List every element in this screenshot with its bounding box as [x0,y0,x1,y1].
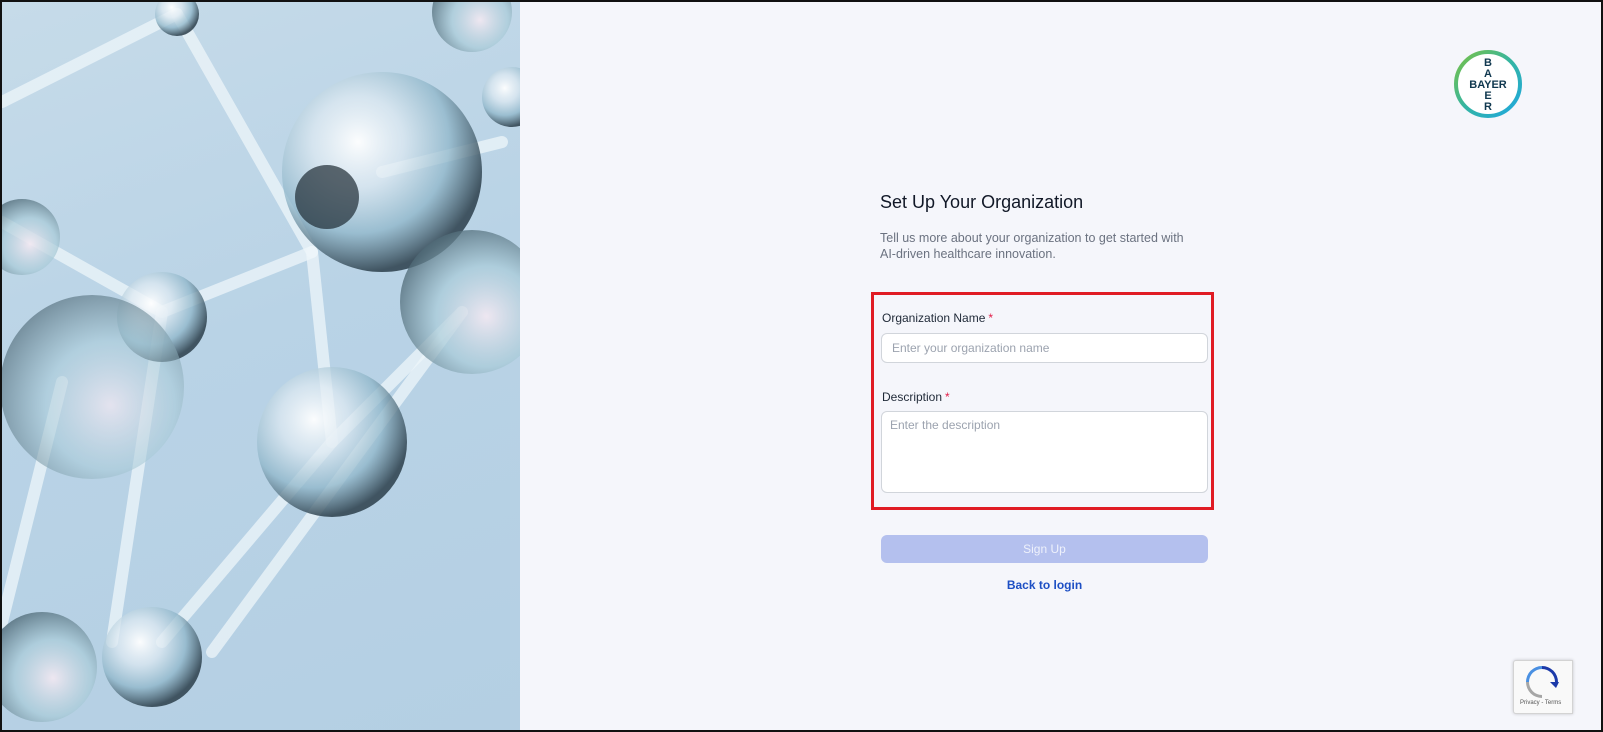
molecule-illustration [2,2,520,722]
required-marker: * [945,390,950,404]
org-name-label-text: Organization Name [882,311,986,325]
recaptcha-icon [1526,666,1559,698]
sign-up-button[interactable]: Sign Up [881,535,1208,563]
app-window: B A BAYER E R Set Up Your Organization T… [0,0,1603,732]
page-subtitle: Tell us more about your organization to … [880,231,1184,261]
description-label-text: Description [882,390,943,404]
svg-text:R: R [1484,101,1492,113]
required-marker: * [988,311,994,325]
organization-name-input[interactable] [881,333,1208,363]
bayer-logo: B A BAYER E R [1454,50,1522,118]
page-title: Set Up Your Organization [880,192,1084,212]
description-label: Description * [882,390,950,404]
recaptcha-links[interactable]: Privacy - Terms [1520,700,1561,706]
recaptcha-badge[interactable]: Privacy - Terms [1513,660,1573,714]
molecule-hero-image [2,2,520,730]
back-to-login-link[interactable]: Back to login [881,578,1208,592]
org-name-label: Organization Name * [882,311,993,325]
description-textarea[interactable] [881,411,1208,493]
